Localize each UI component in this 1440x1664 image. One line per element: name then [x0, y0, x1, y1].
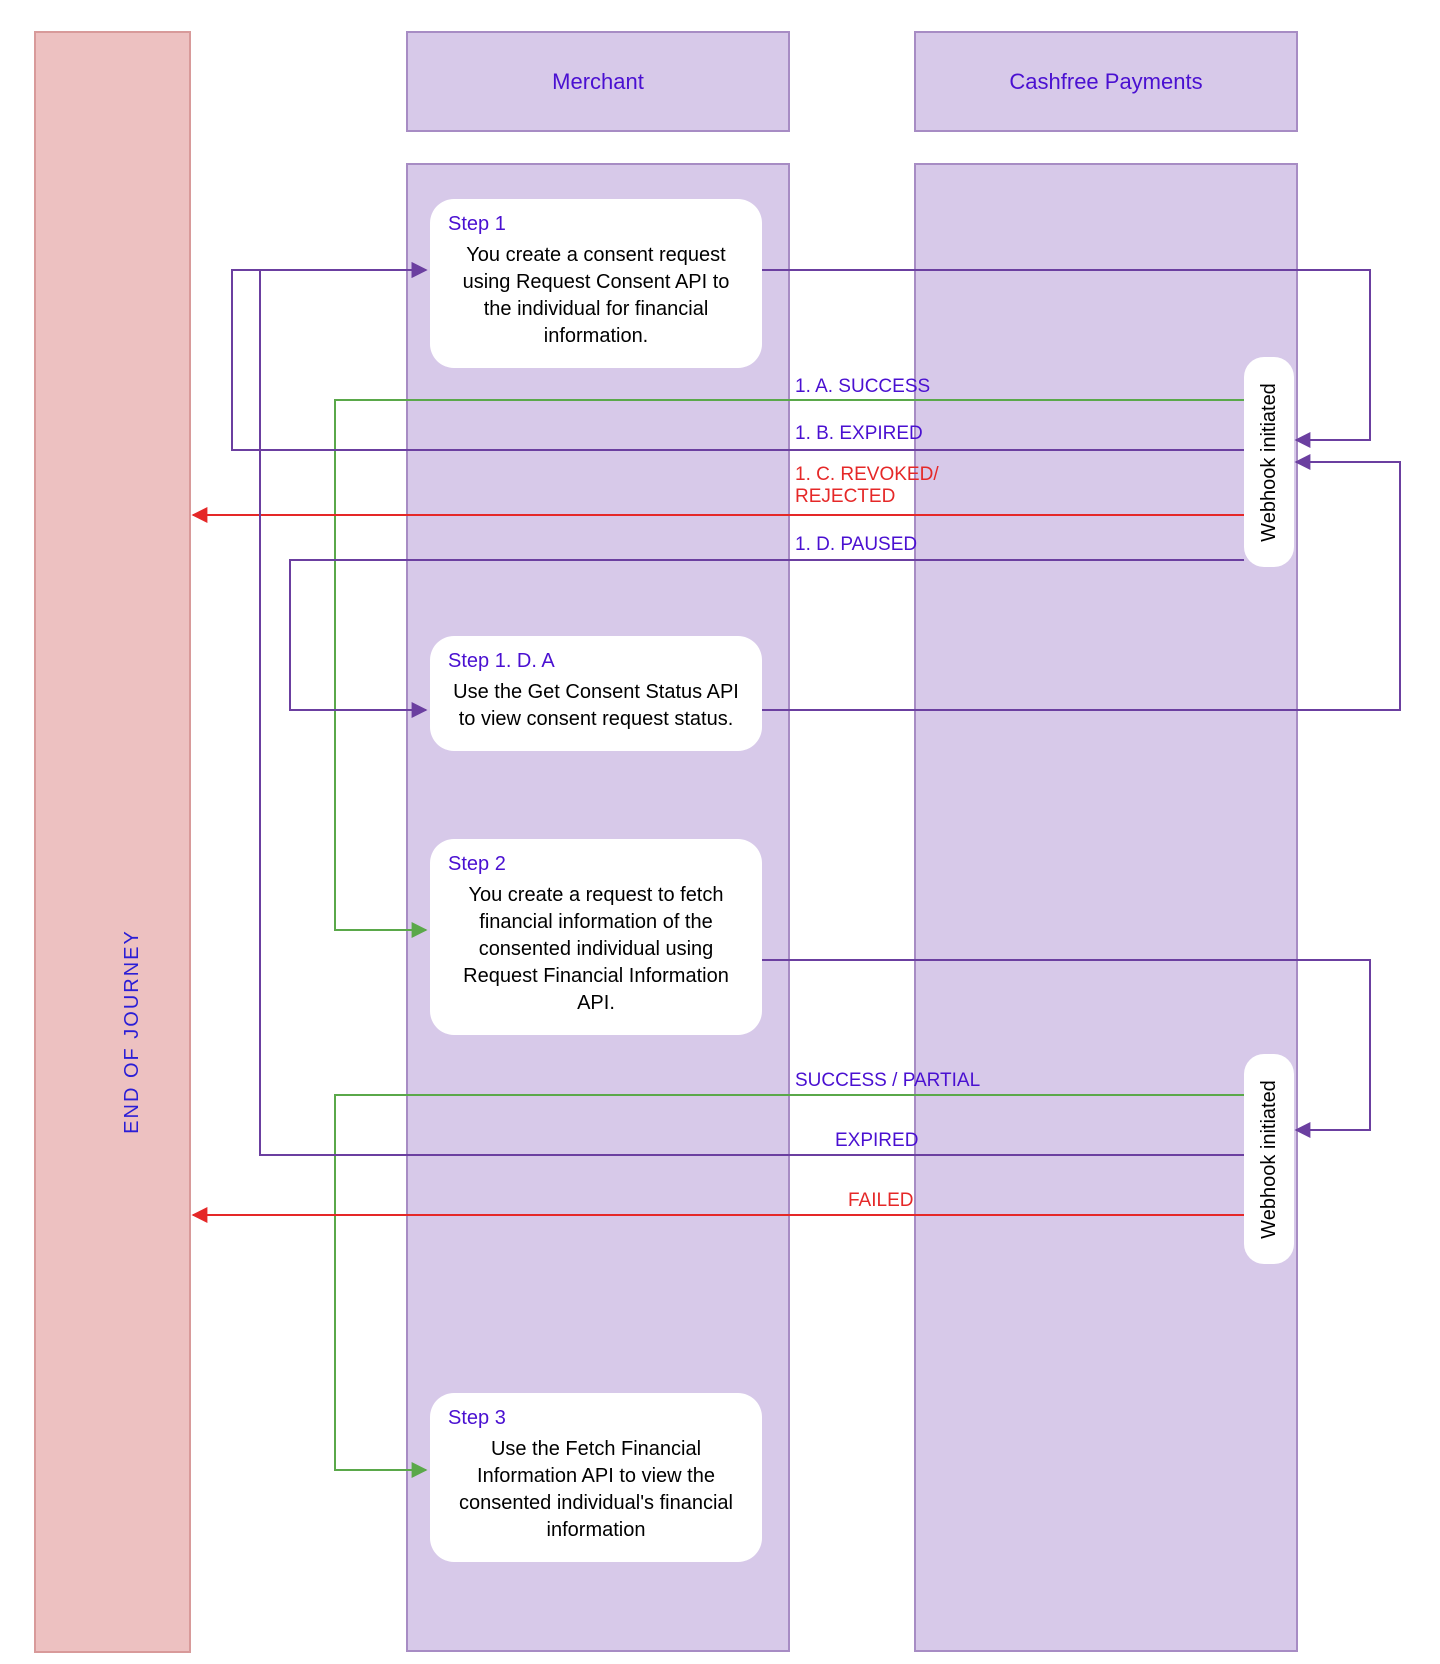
label-s2a: SUCCESS / PARTIAL: [795, 1070, 980, 1092]
step-1-body: You create a consent request using Reque…: [448, 242, 744, 350]
step-1d-title: Step 1. D. A: [448, 650, 744, 673]
label-1b: 1. B. EXPIRED: [795, 423, 923, 445]
step-2-body: You create a request to fetch financial …: [448, 882, 744, 1017]
merchant-header: Merchant: [406, 31, 790, 132]
cashfree-lane: [914, 163, 1298, 1652]
step-1d-body: Use the Get Consent Status API to view c…: [448, 679, 744, 733]
cashfree-header-label: Cashfree Payments: [1009, 69, 1202, 95]
label-s2b: EXPIRED: [835, 1130, 918, 1152]
step-1-title: Step 1: [448, 213, 744, 236]
step-3-title: Step 3: [448, 1407, 744, 1430]
step-3-body: Use the Fetch Financial Information API …: [448, 1436, 744, 1544]
diagram-stage: END OF JOURNEY Merchant Cashfree Payment…: [0, 0, 1440, 1664]
end-lane-label: END OF JOURNEY: [121, 929, 144, 1134]
label-1c: 1. C. REVOKED/ REJECTED: [795, 464, 955, 508]
label-s2c: FAILED: [848, 1190, 913, 1212]
step-3-card: Step 3 Use the Fetch Financial Informati…: [430, 1393, 762, 1562]
step-2-title: Step 2: [448, 853, 744, 876]
webhook-2: Webhook initiated: [1244, 1054, 1294, 1264]
step-1d-card: Step 1. D. A Use the Get Consent Status …: [430, 636, 762, 751]
label-1d: 1. D. PAUSED: [795, 534, 917, 556]
cashfree-header: Cashfree Payments: [914, 31, 1298, 132]
end-lane: [34, 31, 191, 1653]
webhook-1: Webhook initiated: [1244, 357, 1294, 567]
step-1-card: Step 1 You create a consent request usin…: [430, 199, 762, 368]
label-1a: 1. A. SUCCESS: [795, 376, 930, 398]
step-2-card: Step 2 You create a request to fetch fin…: [430, 839, 762, 1035]
webhook-1-label: Webhook initiated: [1258, 383, 1281, 542]
webhook-2-label: Webhook initiated: [1258, 1080, 1281, 1239]
merchant-header-label: Merchant: [552, 69, 644, 95]
